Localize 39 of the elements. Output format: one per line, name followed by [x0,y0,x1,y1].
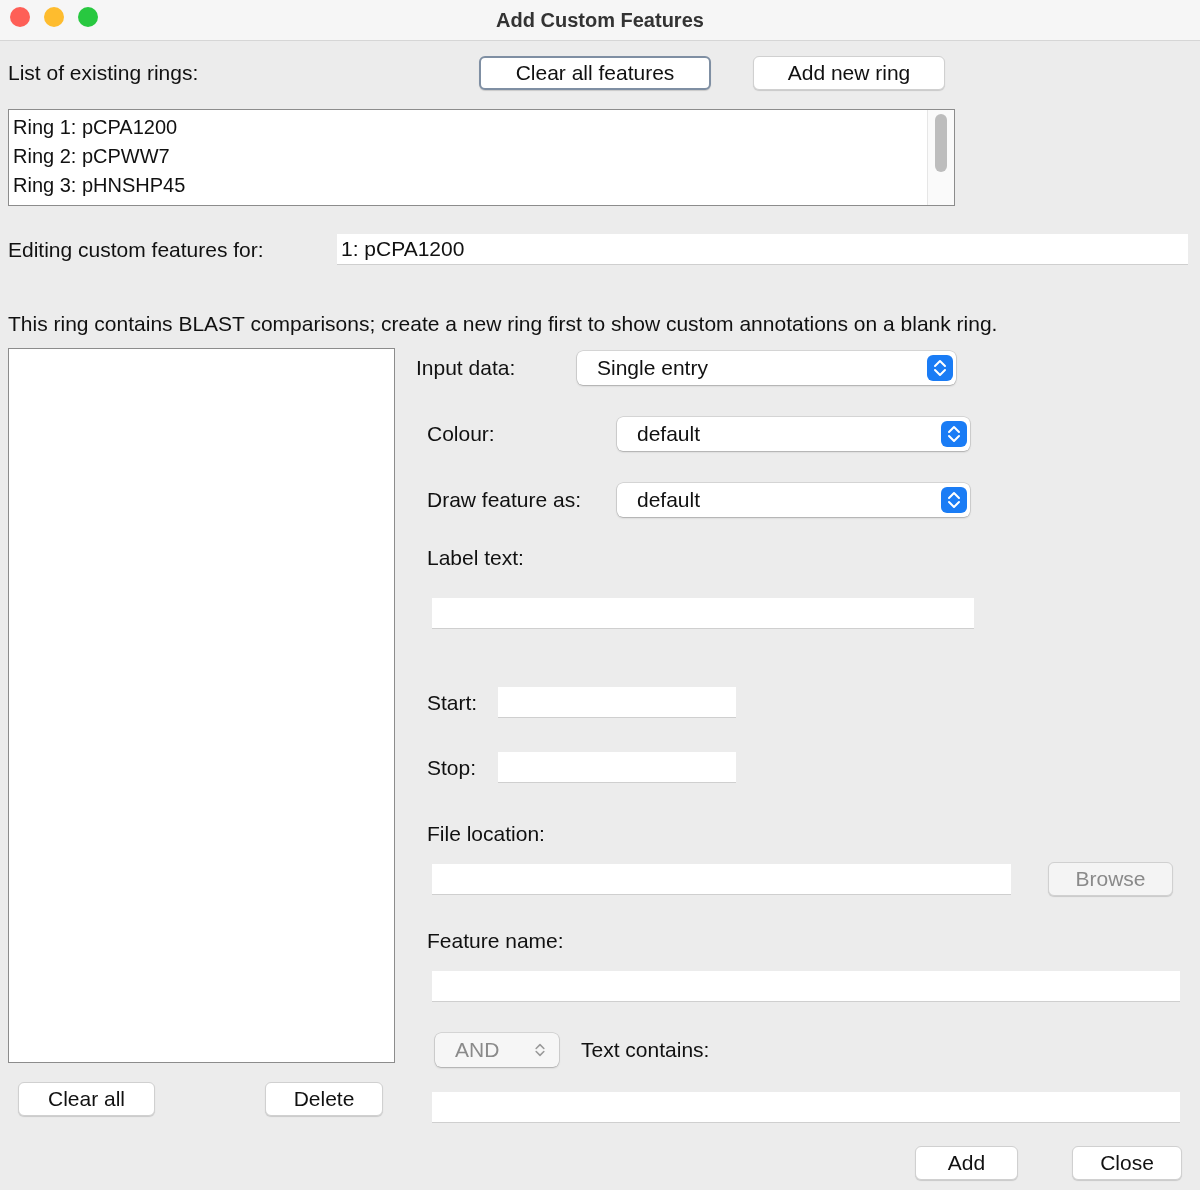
delete-button[interactable]: Delete [265,1082,383,1116]
scrollbar[interactable] [927,110,954,205]
input-field[interactable] [432,598,974,629]
close-button[interactable] [10,7,30,27]
field-label: Label text: [427,545,524,571]
ring-item[interactable]: Ring 3: pHNSHP45 [13,171,923,200]
clear-all-button[interactable]: Clear all [18,1082,155,1116]
field-label: Feature name: [427,928,564,954]
stepper-icon [941,421,967,447]
ring-item[interactable]: Ring 1: pCPA1200 [13,113,923,142]
input-field[interactable] [498,752,736,783]
field-label: Text contains: [581,1037,710,1063]
field-label: Colour: [427,421,496,447]
field-label: Draw feature as: [427,487,583,513]
rings-label: List of existing rings: [8,60,200,86]
input-field[interactable] [432,1092,1180,1123]
dropdown[interactable]: default [617,483,970,517]
minimize-button[interactable] [44,7,64,27]
stepper-icon [941,487,967,513]
editing-label: Editing custom features for: [8,236,265,263]
input-field[interactable] [432,863,1011,895]
notice-text: This ring contains BLAST comparisons; create a new ring first to show custom annotations on a blank ring. [8,311,998,337]
field-label: Start: [427,689,479,716]
field-label: Stop: [427,754,478,781]
window-title: Add Custom Features [496,8,704,32]
zoom-button[interactable] [78,7,98,27]
stepper-icon [927,355,953,381]
close-dialog-button[interactable]: Close [1072,1146,1182,1180]
action-button[interactable]: Clear all features [479,56,711,90]
add-button[interactable]: Add [915,1146,1018,1180]
input-field[interactable] [432,971,1180,1002]
dropdown[interactable]: default [617,417,970,451]
input-field[interactable] [498,687,736,718]
ring-item[interactable]: Ring 2: pCPWW7 [13,142,923,171]
field-label: Input data: [416,355,517,381]
dropdown[interactable]: Single entry [577,351,956,385]
action-button[interactable]: Add new ring [753,56,945,90]
ring-field[interactable]: 1: pCPA1200 [337,234,1188,265]
field-label: File location: [427,821,545,847]
